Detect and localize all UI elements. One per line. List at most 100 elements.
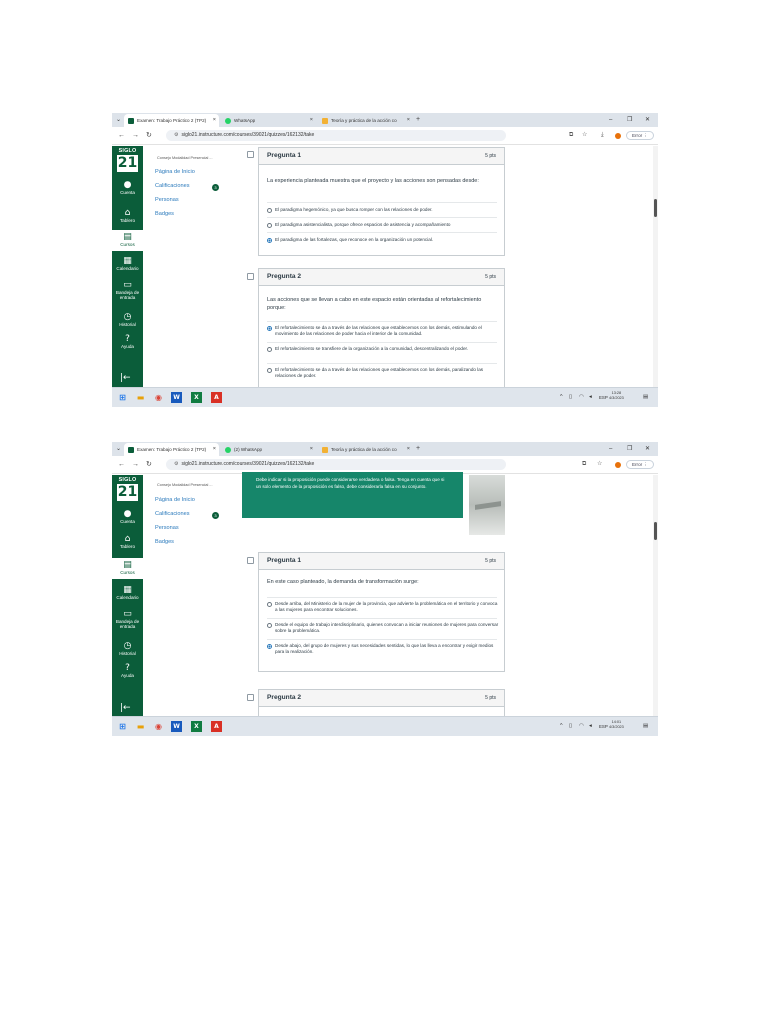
flag-question-icon[interactable] xyxy=(247,694,254,701)
cast-icon[interactable]: ⧉ xyxy=(569,130,573,141)
answer-option[interactable]: El paradigma asistencialista, porque ofr… xyxy=(267,222,499,228)
download-icon[interactable]: ⤓ xyxy=(601,130,604,141)
chrome-icon[interactable]: ◉ xyxy=(153,392,164,403)
restore-icon[interactable]: ❐ xyxy=(627,114,632,126)
radio-button[interactable] xyxy=(267,223,272,228)
forward-icon[interactable]: → xyxy=(132,130,139,141)
forward-icon[interactable]: → xyxy=(132,459,139,470)
collapse-nav-icon[interactable]: |← xyxy=(120,703,131,713)
browser-tab-exam[interactable]: Examen: Trabajo Práctico 2 (TP2) × xyxy=(124,114,219,127)
error-button[interactable]: Error ⋮ xyxy=(626,460,654,469)
back-icon[interactable]: ← xyxy=(118,459,125,470)
minimize-icon[interactable]: – xyxy=(609,114,612,126)
windows-start-icon[interactable]: ⊞ xyxy=(117,721,128,732)
close-tab-icon[interactable]: × xyxy=(310,443,313,456)
siglo21-logo[interactable]: SIGLO 21 xyxy=(115,477,140,501)
notifications-icon[interactable]: ▤ xyxy=(643,392,648,403)
url-field[interactable]: ⚙ siglo21.instructure.com/courses/39021/q… xyxy=(166,459,506,470)
flag-question-icon[interactable] xyxy=(247,151,254,158)
bookmark-star-icon[interactable]: ☆ xyxy=(582,130,587,141)
excel-icon[interactable]: X xyxy=(191,721,202,732)
cast-icon[interactable]: ⧉ xyxy=(582,459,586,470)
answer-option[interactable]: El refortalecimiento se transfiere de la… xyxy=(267,346,499,352)
browser-tab-document[interactable]: Teoría y práctica de la acción co × xyxy=(318,114,413,127)
course-breadcrumb[interactable]: Consejo Modalidad Presencial ... xyxy=(157,483,213,487)
word-icon[interactable]: W xyxy=(171,721,182,732)
tab-search-dropdown-icon[interactable]: ⌄ xyxy=(116,115,121,125)
taskbar-clock[interactable]: 13:28 4/3/2023 xyxy=(609,391,624,401)
course-nav-home[interactable]: Página de Inicio xyxy=(155,497,195,503)
nav-dashboard[interactable]: ⌂ Tablero xyxy=(112,534,143,549)
nav-account[interactable]: ● Cuenta xyxy=(112,180,143,195)
back-icon[interactable]: ← xyxy=(118,130,125,141)
course-breadcrumb[interactable]: Consejo Modalidad Presencial ... xyxy=(157,156,213,160)
course-nav-home[interactable]: Página de Inicio xyxy=(155,169,195,175)
nav-calendar[interactable]: ▦ Calendario xyxy=(112,256,143,271)
radio-button[interactable] xyxy=(267,623,272,628)
pdf-reader-icon[interactable]: A xyxy=(211,392,222,403)
profile-avatar[interactable] xyxy=(615,133,621,139)
close-tab-icon[interactable]: × xyxy=(310,114,313,127)
url-field[interactable]: ⚙ siglo21.instructure.com/courses/39021/q… xyxy=(166,130,506,141)
file-explorer-icon[interactable]: ▬ xyxy=(135,721,146,732)
nav-dashboard[interactable]: ⌂ Tablero xyxy=(112,208,143,223)
new-tab-icon[interactable]: + xyxy=(416,443,420,455)
scrollbar-thumb[interactable] xyxy=(654,522,657,540)
close-tab-icon[interactable]: × xyxy=(407,443,410,456)
nav-history[interactable]: ◷ Historial xyxy=(112,312,143,327)
close-tab-icon[interactable]: × xyxy=(213,443,216,456)
course-nav-grades[interactable]: Calificaciones xyxy=(155,183,190,189)
nav-account[interactable]: ● Cuenta xyxy=(112,509,143,524)
reload-icon[interactable]: ↻ xyxy=(146,130,152,141)
nav-calendar[interactable]: ▦ Calendario xyxy=(112,585,143,600)
course-nav-badges[interactable]: Badges xyxy=(155,539,174,545)
answer-option[interactable]: Desde el equipo de trabajo interdiscipli… xyxy=(267,622,499,635)
answer-option[interactable]: Desde arriba, del Ministerio de la mujer… xyxy=(267,601,499,614)
answer-option-selected[interactable]: El paradigma de las fortalezas, que reco… xyxy=(267,237,499,243)
chrome-icon[interactable]: ◉ xyxy=(153,721,164,732)
tray-chevron-icon[interactable]: ^ xyxy=(560,721,563,732)
word-icon[interactable]: W xyxy=(171,392,182,403)
close-tab-icon[interactable]: × xyxy=(213,114,216,127)
flag-question-icon[interactable] xyxy=(247,273,254,280)
scrollbar-thumb[interactable] xyxy=(654,199,657,217)
excel-icon[interactable]: X xyxy=(191,392,202,403)
new-tab-icon[interactable]: + xyxy=(416,114,420,126)
nav-history[interactable]: ◷ Historial xyxy=(112,641,143,656)
browser-tab-whatsapp[interactable]: (2) WhatsApp × xyxy=(221,443,316,456)
volume-icon[interactable]: ◂ xyxy=(589,392,592,403)
wifi-icon[interactable]: ◠ xyxy=(579,721,584,732)
tray-chevron-icon[interactable]: ^ xyxy=(560,392,563,403)
radio-button[interactable] xyxy=(267,208,272,213)
tab-search-dropdown-icon[interactable]: ⌄ xyxy=(116,444,121,454)
language-indicator[interactable]: ESP xyxy=(599,721,608,732)
reload-icon[interactable]: ↻ xyxy=(146,459,152,470)
course-nav-badges[interactable]: Badges xyxy=(155,211,174,217)
browser-tab-exam[interactable]: Examen: Trabajo Práctico 2 (TP2) × xyxy=(124,443,219,456)
volume-icon[interactable]: ◂ xyxy=(589,721,592,732)
minimize-icon[interactable]: – xyxy=(609,443,612,455)
site-info-icon[interactable]: ⚙ xyxy=(174,461,178,467)
nav-help[interactable]: ? Ayuda xyxy=(112,334,143,349)
taskbar-clock[interactable]: 14:01 4/3/2023 xyxy=(609,720,624,730)
wifi-icon[interactable]: ◠ xyxy=(579,392,584,403)
error-button[interactable]: Error ⋮ xyxy=(626,131,654,140)
restore-icon[interactable]: ❐ xyxy=(627,443,632,455)
course-nav-people[interactable]: Personas xyxy=(155,525,179,531)
nav-help[interactable]: ? Ayuda xyxy=(112,663,143,678)
browser-tab-whatsapp[interactable]: WhatsApp × xyxy=(221,114,316,127)
close-tab-icon[interactable]: × xyxy=(407,114,410,127)
radio-button[interactable] xyxy=(267,602,272,607)
nav-courses[interactable]: ▤ Cursos xyxy=(112,230,143,251)
pdf-reader-icon[interactable]: A xyxy=(211,721,222,732)
radio-button-checked[interactable] xyxy=(267,238,272,243)
course-nav-grades[interactable]: Calificaciones xyxy=(155,511,190,517)
radio-button-checked[interactable] xyxy=(267,326,272,331)
radio-button[interactable] xyxy=(267,347,272,352)
collapse-nav-icon[interactable]: |← xyxy=(120,373,131,383)
windows-start-icon[interactable]: ⊞ xyxy=(117,392,128,403)
siglo21-logo[interactable]: SIGLO 21 xyxy=(115,148,140,172)
answer-option[interactable]: El paradigma hegemónico, ya que busca ro… xyxy=(267,207,499,213)
language-indicator[interactable]: ESP xyxy=(599,392,608,403)
nav-courses[interactable]: ▤ Cursos xyxy=(112,558,143,579)
